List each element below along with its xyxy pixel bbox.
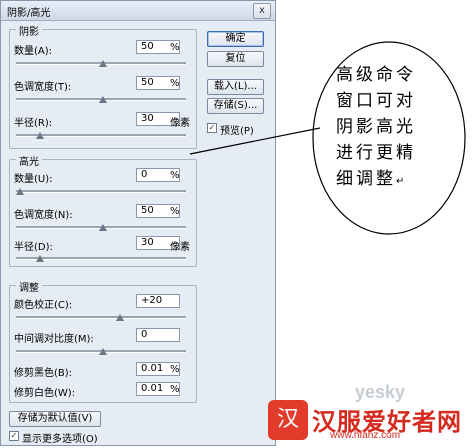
shadows-amount-label: 数量(A): (14, 46, 53, 57)
shadows-group-title: 阴影 (16, 23, 42, 38)
callout-line-2: 窗口可对 (336, 91, 416, 111)
return-mark-icon: ↵ (396, 176, 408, 187)
save-button[interactable]: 存储(S)... (207, 98, 264, 114)
highlights-amount-thumb[interactable] (16, 188, 24, 195)
black-clip-label: 修剪黑色(B): (14, 368, 73, 379)
close-button[interactable]: x (253, 3, 271, 19)
title-bar[interactable]: 阴影/高光 x (1, 1, 275, 21)
midtone-contrast-thumb[interactable] (99, 348, 107, 355)
highlights-radius-unit: 像素 (170, 242, 190, 253)
site-url-watermark: www.hfahz.com (330, 430, 401, 441)
highlights-radius-thumb[interactable] (35, 255, 44, 262)
adjustments-group-title: 调整 (16, 279, 42, 294)
white-clip-label: 修剪白色(W): (14, 388, 76, 399)
seal-logo: 汉 (268, 400, 308, 440)
highlights-tonal-width-label: 色调宽度(N): (14, 210, 73, 221)
shadows-group: 阴影 数量(A): 50 % 色调宽度(T): 50 % 半径(R): 30 像… (9, 23, 197, 149)
white-clip-unit: % (170, 384, 180, 395)
show-more-option[interactable]: ✓ 显示更多选项(O) (9, 430, 119, 445)
shadows-highlights-dialog: 阴影/高光 x 阴影 数量(A): 50 % 色调宽度(T): 50 % 半径(… (0, 0, 276, 446)
ok-button[interactable]: 确定 (207, 31, 264, 47)
color-correction-input[interactable]: +20 (136, 294, 180, 308)
shadows-radius-thumb[interactable] (35, 132, 44, 139)
highlights-group-title: 高光 (16, 153, 42, 168)
dialog-title: 阴影/高光 (7, 8, 51, 19)
highlights-group: 高光 数量(U): 0 % 色调宽度(N): 50 % 半径(D): 30 像素 (9, 153, 197, 267)
callout-line-3: 阴影高光 (336, 117, 416, 137)
reset-button[interactable]: 复位 (207, 51, 264, 67)
shadows-amount-thumb[interactable] (99, 60, 107, 67)
shadows-tonal-width-thumb[interactable] (99, 96, 107, 103)
yesky-watermark: yesky (355, 382, 406, 402)
callout-text: 高级命令 窗口可对 阴影高光 进行更精 细调整↵ (336, 62, 438, 195)
color-correction-thumb[interactable] (115, 314, 124, 321)
color-correction-slider[interactable] (16, 316, 186, 319)
midtone-contrast-input[interactable]: 0 (136, 328, 180, 342)
midtone-contrast-label: 中间调对比度(M): (14, 334, 94, 345)
highlights-radius-label: 半径(D): (14, 242, 53, 253)
show-more-label: 显示更多选项(O) (22, 434, 98, 445)
callout-pointer (189, 127, 321, 155)
black-clip-unit: % (170, 364, 180, 375)
callout-line-5-text: 细调整 (336, 169, 396, 189)
highlights-amount-slider[interactable] (16, 190, 186, 193)
highlights-amount-unit: % (170, 170, 180, 181)
shadows-radius-label: 半径(R): (14, 118, 53, 129)
load-button[interactable]: 载入(L)... (207, 79, 264, 95)
callout-line-5: 细调整↵ (336, 166, 438, 195)
color-correction-label: 颜色校正(C): (14, 300, 73, 311)
highlights-tonal-width-unit: % (170, 206, 180, 217)
shadows-tonal-width-label: 色调宽度(T): (14, 82, 72, 93)
shadows-tonal-width-unit: % (170, 78, 180, 89)
callout-line-4: 进行更精 (336, 143, 416, 163)
highlights-amount-label: 数量(U): (14, 174, 53, 185)
show-more-checkbox[interactable]: ✓ (9, 431, 19, 441)
shadows-amount-unit: % (170, 42, 180, 53)
callout-line-1: 高级命令 (336, 65, 416, 85)
save-defaults-button[interactable]: 存储为默认值(V) (9, 411, 101, 427)
adjustments-group: 调整 颜色校正(C): +20 中间调对比度(M): 0 修剪黑色(B): 0.… (9, 279, 197, 403)
highlights-tonal-width-thumb[interactable] (99, 224, 107, 231)
